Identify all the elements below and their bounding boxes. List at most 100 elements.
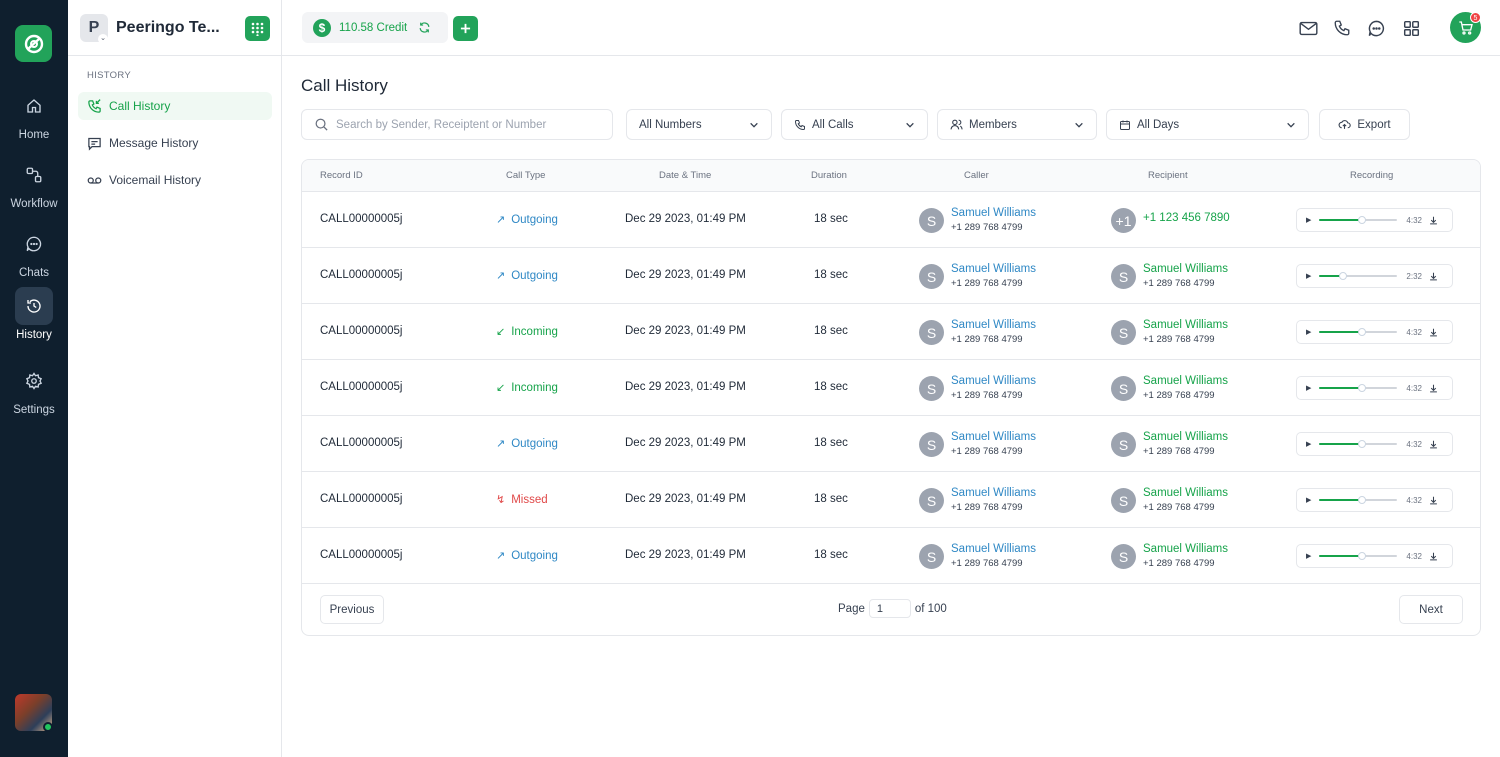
previous-button[interactable]: Previous [320, 595, 384, 624]
download-icon[interactable] [1429, 552, 1438, 561]
outgoing-call-icon: ↗ [496, 214, 506, 226]
recipient-number: +1 289 768 4799 [1143, 278, 1215, 289]
dropdown-label: All Numbers [639, 118, 702, 131]
playback-slider[interactable] [1319, 272, 1398, 280]
rail-item-settings[interactable]: Settings [0, 362, 68, 416]
members-dropdown[interactable]: Members [937, 109, 1097, 140]
chevron-down-icon [1287, 122, 1295, 128]
playback-slider[interactable] [1319, 216, 1398, 224]
download-icon[interactable] [1429, 328, 1438, 337]
column-header: Recording [1350, 170, 1394, 181]
next-button[interactable]: Next [1399, 595, 1463, 624]
refresh-icon[interactable] [418, 21, 431, 34]
numbers-dropdown[interactable]: All Numbers [626, 109, 772, 140]
caller-name[interactable]: Samuel Williams [951, 431, 1036, 443]
playback-slider[interactable] [1319, 496, 1398, 504]
chat-icon [26, 236, 42, 252]
recipient-name[interactable]: Samuel Williams [1143, 431, 1228, 443]
play-icon[interactable]: ▶ [1306, 440, 1311, 448]
slider-handle[interactable] [1358, 440, 1367, 448]
pagination: Previous Page of 100 Next [302, 584, 1480, 635]
export-button[interactable]: Export [1319, 109, 1410, 140]
sidebar-section-title: HISTORY [87, 70, 131, 81]
play-icon[interactable]: ▶ [1306, 272, 1311, 280]
table-row[interactable]: CALL00000005j ↗ Outgoing Dec 29 2023, 01:49… [302, 528, 1480, 584]
playback-slider[interactable] [1319, 384, 1398, 392]
download-icon[interactable] [1429, 384, 1438, 393]
home-icon [27, 99, 41, 113]
add-button[interactable] [453, 16, 478, 41]
play-icon[interactable]: ▶ [1306, 216, 1311, 224]
call-duration: 18 sec [814, 437, 848, 449]
recipient-name[interactable]: Samuel Williams [1143, 319, 1228, 331]
table-row[interactable]: CALL00000005j ↗ Outgoing Dec 29 2023, 01:49… [302, 248, 1480, 304]
caller-number: +1 289 768 4799 [951, 334, 1023, 345]
slider-handle[interactable] [1358, 328, 1367, 336]
playback-slider[interactable] [1319, 552, 1398, 560]
table-row[interactable]: CALL00000005j ↗ Outgoing Dec 29 2023, 01:49… [302, 192, 1480, 248]
days-dropdown[interactable]: All Days [1106, 109, 1309, 140]
caller-name[interactable]: Samuel Williams [951, 207, 1036, 219]
caller-name[interactable]: Samuel Williams [951, 375, 1036, 387]
rail-item-workflow[interactable]: Workflow [0, 156, 68, 210]
rail-item-history[interactable]: History [0, 287, 68, 341]
play-icon[interactable]: ▶ [1306, 552, 1311, 560]
credit-balance[interactable]: $ 110.58 Credit [302, 12, 448, 43]
table-row[interactable]: CALL00000005j ↯ Missed Dec 29 2023, 01:49 P… [302, 472, 1480, 528]
column-header: Record ID [320, 170, 363, 181]
chat-bubble-icon[interactable] [1366, 18, 1386, 38]
play-icon[interactable]: ▶ [1306, 384, 1311, 392]
apps-grid-icon[interactable] [1401, 18, 1421, 38]
mail-icon[interactable] [1298, 18, 1318, 38]
table-row[interactable]: CALL00000005j ↙ Incoming Dec 29 2023, 01:49… [302, 304, 1480, 360]
recipient-number[interactable]: +1 123 456 7890 [1143, 212, 1230, 224]
caller-name[interactable]: Samuel Williams [951, 487, 1036, 499]
caller-name[interactable]: Samuel Williams [951, 319, 1036, 331]
slider-handle[interactable] [1358, 552, 1367, 560]
play-icon[interactable]: ▶ [1306, 496, 1311, 504]
page-input[interactable] [868, 599, 911, 618]
recipient-number: +1 289 768 4799 [1143, 502, 1215, 513]
dialpad-button[interactable] [245, 16, 270, 41]
download-icon[interactable] [1429, 216, 1438, 225]
sidebar-item-voicemail-history[interactable]: Voicemail History [78, 166, 272, 194]
caller-name[interactable]: Samuel Williams [951, 263, 1036, 275]
slider-handle[interactable] [1338, 272, 1347, 280]
phone-icon[interactable] [1332, 18, 1352, 38]
recipient-name[interactable]: Samuel Williams [1143, 375, 1228, 387]
recording-duration: 4:32 [1406, 383, 1422, 393]
playback-slider[interactable] [1319, 440, 1398, 448]
download-icon[interactable] [1429, 496, 1438, 505]
sidebar-item-message-history[interactable]: Message History [78, 129, 272, 157]
calendar-icon [1120, 120, 1130, 130]
recipient-name[interactable]: Samuel Williams [1143, 487, 1228, 499]
slider-handle[interactable] [1358, 496, 1367, 504]
record-id: CALL00000005j [320, 381, 403, 393]
rail-item-chats[interactable]: Chats [0, 225, 68, 279]
slider-handle[interactable] [1358, 384, 1367, 392]
table-row[interactable]: CALL00000005j ↗ Outgoing Dec 29 2023, 01:49… [302, 416, 1480, 472]
workspace-switcher[interactable]: P ⌄ Peeringo Te... [80, 14, 220, 44]
recipient-name[interactable]: Samuel Williams [1143, 263, 1228, 275]
playback-slider[interactable] [1319, 328, 1398, 336]
playback-progress [1319, 499, 1363, 501]
table-row[interactable]: CALL00000005j ↙ Incoming Dec 29 2023, 01:49… [302, 360, 1480, 416]
workflow-icon [26, 167, 42, 183]
search-input[interactable] [336, 118, 596, 131]
call-type-label: Incoming [511, 381, 558, 394]
recipient-name[interactable]: Samuel Williams [1143, 543, 1228, 555]
download-icon[interactable] [1429, 272, 1438, 281]
sidebar-item-call-history[interactable]: Call History [78, 92, 272, 120]
rail-item-home[interactable]: Home [0, 87, 68, 141]
caller-name[interactable]: Samuel Williams [951, 543, 1036, 555]
slider-handle[interactable] [1358, 216, 1367, 224]
recording-duration: 2:32 [1406, 271, 1422, 281]
play-icon[interactable]: ▶ [1306, 328, 1311, 336]
recipient-number: +1 289 768 4799 [1143, 446, 1215, 457]
search-box[interactable] [301, 109, 613, 140]
caller: S Samuel Williams +1 289 768 4799 [919, 431, 1036, 457]
calls-dropdown[interactable]: All Calls [781, 109, 928, 140]
download-icon[interactable] [1429, 440, 1438, 449]
app-logo[interactable] [15, 25, 52, 62]
phone-history-icon [88, 98, 101, 113]
